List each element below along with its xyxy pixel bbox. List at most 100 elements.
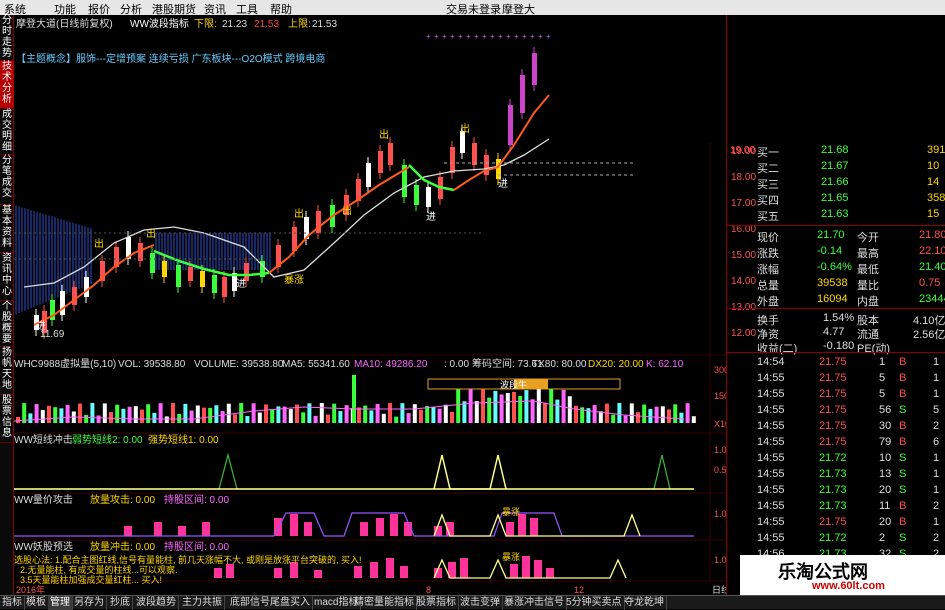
volume-bar [419,409,423,423]
bid-price: 21.67 [821,160,849,172]
tab-indicator[interactable]: 指标 [0,596,25,610]
volume-bar [400,403,405,423]
volume-bar [481,389,485,423]
divider-2 [727,308,945,309]
top-markers: + + + + + + + + + + + + + + + + [426,32,551,41]
side-tab-fanyang[interactable]: 扬帆天地 [0,347,14,395]
period-daily[interactable]: 日线 [712,584,730,595]
stat-row: 外盘 16094 内盘 23444 [727,292,945,308]
tick-count: 1 [933,516,940,528]
tab-surge-signal[interactable]: 暴涨冲击信号 [502,596,567,610]
volume-bar [245,416,250,423]
tab-wave-jump[interactable]: 波击变弹 [458,596,503,610]
top-marker: + [482,32,487,41]
tick-row: 14:55 21.72 10 S 1 [727,451,945,467]
ind1-green-peaks [14,452,694,490]
stat-value-2: 23444 [919,293,945,305]
top-marker: + [538,32,543,41]
tab-manage[interactable]: 管理 [48,596,73,610]
tick-volume: 1 [879,356,886,368]
tab-stock-indicator[interactable]: 股票指标 [414,596,459,610]
volume-bar [226,403,231,423]
orange-trend-line-3 [453,94,550,191]
bid-volume: 391 [927,144,945,156]
tick-time: 14:54 [757,356,785,368]
stat-value: 16094 [817,293,848,305]
tab-bottom-signal[interactable]: 底部信号尾盘买入 [228,596,313,610]
side-tab-basic[interactable]: 基本资料 [0,205,14,253]
tick-volume: 10 [879,452,892,464]
bid-label: 买二 [757,163,779,175]
tab-template[interactable]: 模板 [24,596,49,610]
volume-bar [363,405,368,423]
side-tab-overview[interactable]: 个股概要 [0,301,14,347]
side-tab-timeshare[interactable]: 分时走势 [0,15,14,61]
tick-count: 2 [933,420,940,432]
side-tabs: 分时走势 技术分析 成交明细 分笔成交 基本资料 资讯中心 个股概要 扬帆天地 … [0,15,14,595]
volume-bar [183,403,188,423]
chart-svg[interactable]: 摩登大道(日线前复权) WW波段指标 下限: 21.23 21.53 上限: 2… [13,15,755,595]
tab-5min-points[interactable]: 5分钟买卖点 [564,596,625,610]
volume-bar [629,403,634,423]
stat2-label: 收益(二) [757,343,798,355]
volume-bar [493,390,498,423]
ind1-axis-05: 0.50 [714,465,726,475]
stat-value-2: 22.10 [919,245,945,257]
volume-bar [264,404,268,423]
bid-price: 21.66 [821,176,849,188]
side-tab-trade-detail[interactable]: 成交明细 [0,109,14,155]
ind2-bar [530,518,538,536]
volume-bar [326,414,330,423]
volume-bar [28,413,33,423]
candle-body [496,159,501,179]
ind2-hold-range: 持股区间: 0.00 [164,493,229,506]
tick-volume: 5 [879,372,886,384]
candle-body [426,187,431,207]
volume-bar [431,406,436,423]
volume-bar [189,410,194,423]
ind2-surge-label: 暴涨 [502,507,520,517]
tick-row: 14:55 21.75 5 B 1 [727,387,945,403]
tab-wave-trend[interactable]: 波段趋势 [134,596,179,610]
tick-side: S [899,452,907,464]
volume-bar [16,417,20,423]
side-tab-stock-info[interactable]: 股票信息 [0,395,14,443]
upper-label: 上限: [288,18,311,30]
volume-bar [518,395,523,423]
tick-count: 1 [933,356,940,368]
side-tab-tick[interactable]: 分笔成交 [0,155,14,205]
volume-bar [146,404,151,423]
tab-bottom-fish[interactable]: 抄底 [108,596,133,610]
tab-precise-volume[interactable]: 精密量能指标 [352,596,417,610]
volume-bar [270,409,275,423]
volume-bar [679,412,684,423]
tick-price: 21.75 [819,516,847,528]
divider-3 [727,352,945,353]
bid-price: 21.68 [821,144,849,156]
tab-main-resonance[interactable]: 主力共振 [180,596,225,610]
ind1-yellow-peaks [433,454,507,490]
tab-dragon[interactable]: 夺龙乾坤 [622,596,667,610]
bid-label: 买四 [757,195,779,207]
tick-volume: 13 [879,468,892,480]
signal-out-1: 出 [94,237,104,250]
tab-save-as[interactable]: 另存为 [72,596,107,610]
top-marker: + [450,32,455,41]
side-tab-news[interactable]: 资讯中心 [0,253,14,301]
stat-label: 外盘 [757,296,779,308]
signal-in-4: 进 [498,178,508,190]
volume-bar [636,412,640,423]
chart-area[interactable]: 摩登大道(日线前复权) WW波段指标 下限: 21.23 21.53 上限: 2… [13,15,755,595]
volume-bar [611,414,616,423]
bid-row: 买四 21.65 358 [727,191,945,207]
tick-price: 21.75 [819,404,847,416]
stat-row: 涨幅 -0.64% 最低 21.40 [727,260,945,276]
ind1-title: WW短线冲击 [14,433,73,446]
bid-volume: 14 [927,176,940,188]
theme-concepts: 【主题概念】服饰---定增预案 连续亏损 广东板块---O2O模式 跨境电商 [16,52,325,65]
side-tab-technical[interactable]: 技术分析 [0,61,14,109]
volume-bar [512,391,516,423]
volume-bar [592,405,597,423]
tick-row: 14:55 21.75 79 B 6 [727,435,945,451]
ind3-bar [534,560,542,578]
